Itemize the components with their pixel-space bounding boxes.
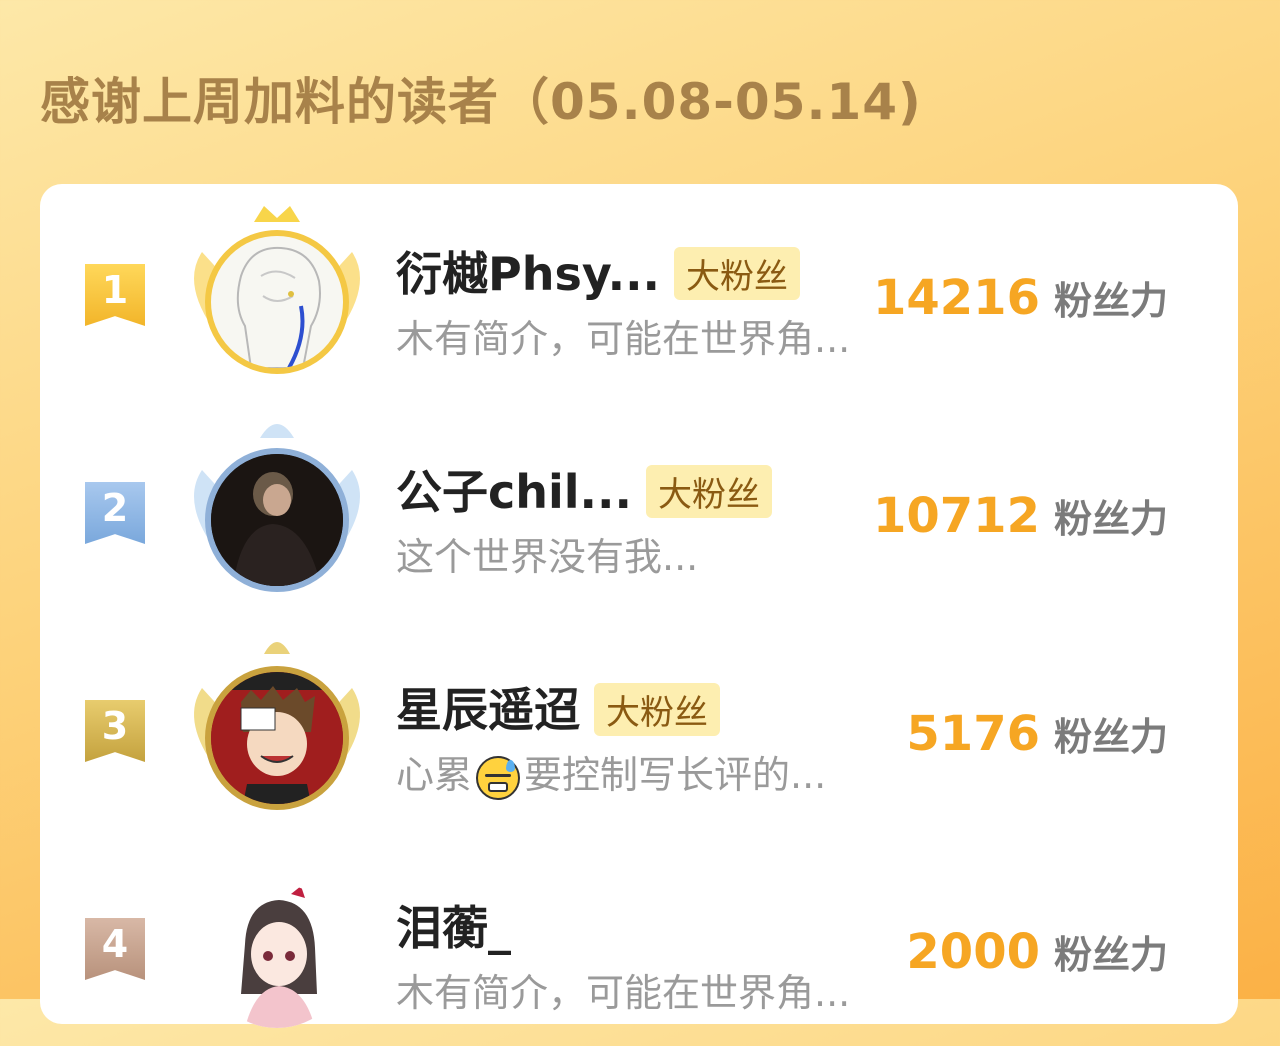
fan-level-badge: 大粉丝 xyxy=(594,683,720,736)
bio-text-end: 要控制写长评的... xyxy=(524,753,827,797)
page-title: 感谢上周加料的读者（05.08-05.14) xyxy=(40,73,922,131)
fan-level-badge: 大粉丝 xyxy=(645,465,772,518)
reader-name[interactable]: 公子chil... 大粉丝 xyxy=(396,456,772,522)
reader-name-text: 星辰遥迢 xyxy=(396,683,580,737)
avatar[interactable] xyxy=(205,666,349,810)
score-value: 14216 xyxy=(872,270,1040,326)
list-item[interactable]: 1 衍樾Phsy... 大粉丝 木有简介，可能在世界角... 14216 粉丝力 xyxy=(40,192,1238,392)
score-unit: 粉丝力 xyxy=(1053,497,1168,541)
score-unit: 粉丝力 xyxy=(1053,279,1168,323)
reader-name-text: 公子chil... xyxy=(396,465,632,519)
reader-name-text: 衍樾Phsy... xyxy=(396,247,661,301)
avatar-manga-character-icon xyxy=(211,672,343,804)
reader-bio: 木有简介，可能在世界角... xyxy=(396,317,851,361)
fan-power-score: 2000 粉丝力 xyxy=(906,924,1168,980)
fan-power-score: 5176 粉丝力 xyxy=(906,706,1168,762)
reader-name-text: 泪蘅_ xyxy=(396,901,511,955)
fan-power-score: 10712 粉丝力 xyxy=(873,488,1168,544)
fan-power-score: 14216 粉丝力 xyxy=(873,270,1168,326)
rank-badge: 1 xyxy=(85,264,145,326)
score-value: 10712 xyxy=(872,488,1040,544)
anxious-sweat-emoji-icon xyxy=(476,755,521,800)
rank-badge: 2 xyxy=(85,482,145,544)
list-item[interactable]: 4 泪蘅_ 木有简介，可能在世界角... 2000 粉丝力 xyxy=(40,846,1238,1046)
score-value: 5176 xyxy=(906,706,1040,762)
list-item[interactable]: 2 公子chil... 大粉丝 这个世界没有我... 10712 粉丝力 xyxy=(40,410,1238,610)
score-unit: 粉丝力 xyxy=(1053,715,1168,759)
avatar[interactable] xyxy=(205,230,349,374)
reader-bio: 心累 要控制写长评的... xyxy=(396,744,826,800)
score-unit: 粉丝力 xyxy=(1053,933,1168,977)
avatar[interactable] xyxy=(205,884,349,1028)
reader-name[interactable]: 星辰遥迢 大粉丝 xyxy=(396,674,720,740)
avatar-anime-girl-icon xyxy=(241,886,317,1028)
reader-ranking-list: 1 衍樾Phsy... 大粉丝 木有简介，可能在世界角... 14216 粉丝力 2 xyxy=(40,184,1238,1028)
reader-bio: 这个世界没有我... xyxy=(396,535,699,579)
reader-name[interactable]: 泪蘅_ xyxy=(396,892,511,958)
rank-badge: 3 xyxy=(85,700,145,762)
avatar-sketch-figure-icon xyxy=(236,246,321,368)
bio-text-start: 心累 xyxy=(396,753,473,797)
reader-name[interactable]: 衍樾Phsy... 大粉丝 xyxy=(396,238,801,304)
avatar[interactable] xyxy=(205,448,349,592)
score-value: 2000 xyxy=(906,924,1040,980)
list-item[interactable]: 3 星辰遥迢 大粉丝 心累 要控制写长评的... 5176 粉丝力 xyxy=(40,628,1238,828)
fan-level-badge: 大粉丝 xyxy=(674,247,801,300)
reader-bio: 木有简介，可能在世界角... xyxy=(396,971,851,1015)
avatar-dark-figure-icon xyxy=(211,454,343,586)
rank-badge: 4 xyxy=(85,918,145,980)
